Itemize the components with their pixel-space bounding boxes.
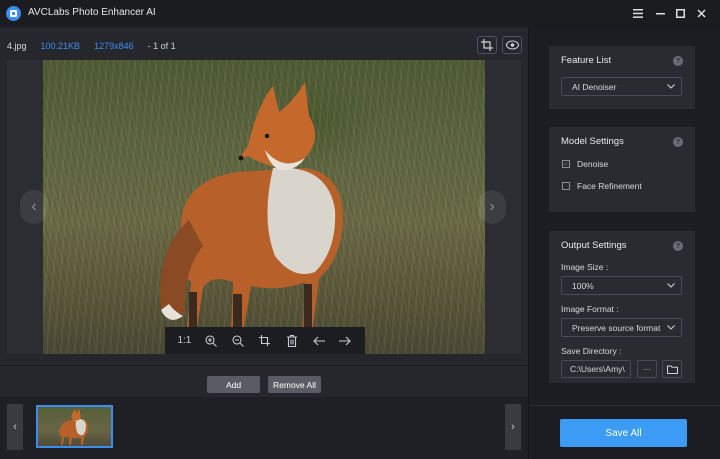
actual-size-button[interactable]: 1:1 (176, 333, 192, 349)
image-resolution: 1279x846 (94, 41, 134, 51)
image-size-value: 100% (572, 280, 594, 291)
next-image-arrow[interactable]: › (478, 190, 506, 224)
crop-tool-icon[interactable] (257, 333, 273, 349)
more-options-button[interactable]: ··· (637, 360, 657, 378)
strip-left-arrow[interactable]: ‹ (7, 404, 23, 450)
app-logo-icon (6, 6, 21, 21)
viewer-toolbar: 1:1 (165, 327, 365, 354)
image-format-value: Preserve source format (572, 322, 661, 333)
save-directory-input[interactable]: C:\Users\Amy\ (561, 360, 631, 378)
panel-divider (529, 405, 720, 406)
denoise-label: Denoise (577, 159, 609, 169)
help-icon[interactable]: ? (673, 56, 683, 66)
minimize-icon[interactable] (653, 6, 667, 20)
app-window: AVCLabs Photo Enhancer AI 4.jpg 100.21KB… (0, 0, 720, 459)
image-position: - 1 of 1 (147, 41, 176, 51)
settings-panel: Feature List ? AI Denoiser Model Setting… (528, 27, 720, 459)
menu-icon[interactable] (631, 6, 645, 20)
crop-icon (481, 39, 493, 51)
output-settings-card: Output Settings ? Image Size : 100% Imag… (549, 231, 695, 383)
help-icon[interactable]: ? (673, 241, 683, 251)
denoise-checkbox-row[interactable]: ✓ Denoise (562, 159, 608, 169)
image-format-select[interactable]: Preserve source format (561, 318, 682, 337)
image-format-label: Image Format : (561, 304, 619, 314)
save-all-button[interactable]: Save All (560, 419, 687, 447)
eye-icon (505, 40, 519, 50)
delete-icon[interactable] (284, 333, 300, 349)
folder-open-button[interactable] (662, 360, 682, 378)
add-button[interactable]: Add (207, 376, 260, 393)
zoom-in-icon[interactable] (203, 333, 219, 349)
chevron-down-icon (667, 82, 675, 91)
preview-pane: 4.jpg 100.21KB 1279x846 - 1 of 1 ‹ › 1:1… (0, 27, 528, 459)
image-info-bar: 4.jpg 100.21KB 1279x846 - 1 of 1 (7, 41, 176, 51)
feature-select-value: AI Denoiser (572, 81, 617, 92)
arrow-left-icon[interactable] (311, 333, 327, 349)
folder-icon (666, 365, 678, 374)
app-title: AVCLabs Photo Enhancer AI (28, 7, 156, 18)
chevron-down-icon (667, 281, 675, 290)
image-size-label: Image Size : (561, 262, 609, 272)
title-bar: AVCLabs Photo Enhancer AI (0, 0, 720, 27)
thumbnail-image[interactable] (36, 405, 113, 448)
chevron-down-icon (664, 323, 675, 332)
feature-list-card: Feature List ? AI Denoiser (549, 46, 695, 109)
remove-all-button[interactable]: Remove All (268, 376, 321, 393)
arrow-right-icon[interactable] (337, 333, 353, 349)
image-viewer[interactable]: ‹ › 1:1 (7, 60, 521, 354)
face-refinement-checkbox-row[interactable]: Face Refinement (562, 181, 642, 191)
image-filename: 4.jpg (7, 41, 27, 51)
model-settings-title: Model Settings (561, 136, 624, 147)
zoom-out-icon[interactable] (230, 333, 246, 349)
previous-image-arrow[interactable]: ‹ (20, 190, 48, 224)
feature-select[interactable]: AI Denoiser (561, 77, 682, 96)
model-settings-card: Model Settings ? ✓ Denoise Face Refineme… (549, 127, 695, 212)
help-icon[interactable]: ? (673, 137, 683, 147)
save-directory-label: Save Directory : (561, 346, 622, 356)
strip-right-arrow[interactable]: › (505, 404, 521, 450)
crop-button[interactable] (477, 36, 497, 54)
close-icon[interactable] (694, 6, 708, 20)
fox-illustration (160, 82, 343, 332)
preview-toggle-button[interactable] (502, 36, 522, 54)
maximize-icon[interactable] (673, 6, 687, 20)
output-settings-title: Output Settings (561, 240, 627, 251)
pane-divider (0, 365, 528, 366)
checkbox-icon[interactable] (562, 182, 570, 190)
image-size-select[interactable]: 100% (561, 276, 682, 295)
checkbox-checked-icon[interactable]: ✓ (562, 160, 570, 168)
image-filesize: 100.21KB (40, 41, 81, 51)
fox-photo (43, 60, 485, 354)
face-refinement-label: Face Refinement (577, 181, 642, 191)
thumbnail-strip: ‹ › (0, 397, 528, 459)
feature-list-title: Feature List (561, 55, 612, 66)
